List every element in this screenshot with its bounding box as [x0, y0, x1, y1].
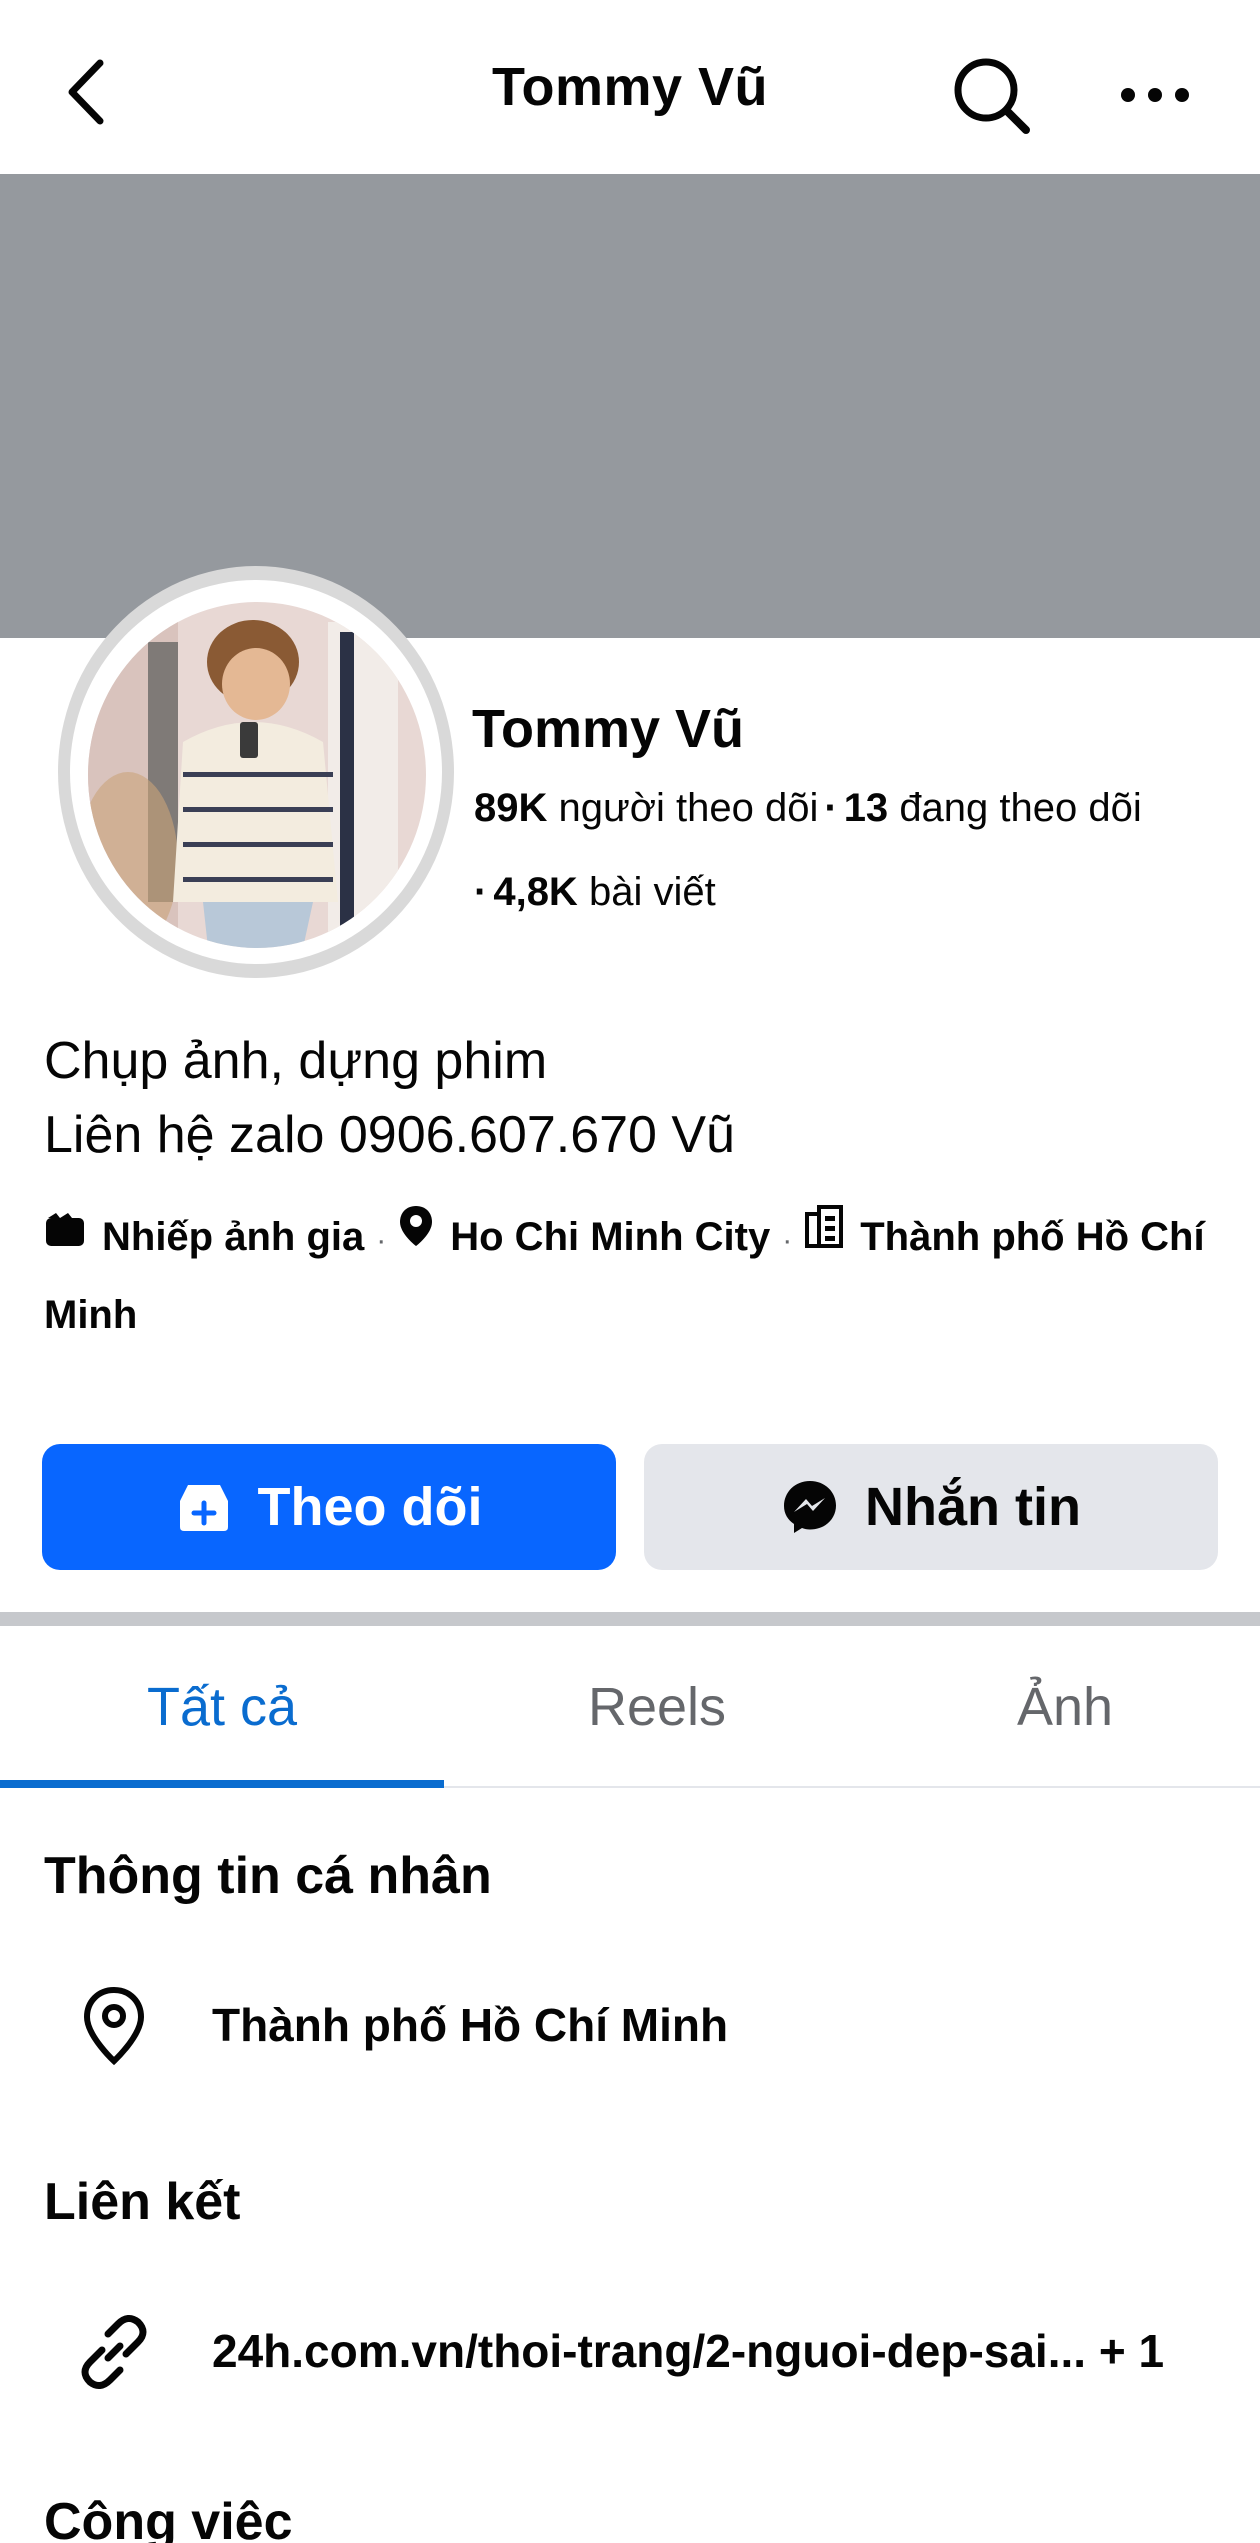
profile-name: Tommy Vũ	[472, 699, 745, 759]
follow-add-icon	[176, 1481, 232, 1533]
active-tab-indicator	[0, 1780, 444, 1788]
following-count[interactable]: 13	[844, 786, 889, 830]
location-text[interactable]: Ho Chi Minh City	[450, 1215, 770, 1259]
follow-stats: 89K người theo dõi · 13 đang theo dõi	[474, 786, 1142, 831]
tab-reels[interactable]: Reels	[444, 1626, 870, 1788]
profile-details: Nhiếp ảnh gia · Ho Chi Minh City · Thành p…	[44, 1200, 1234, 1352]
top-navigation-bar: Tommy Vũ	[0, 0, 1260, 174]
follow-button-label: Theo dõi	[257, 1477, 483, 1537]
page-title: Tommy Vũ	[491, 57, 769, 117]
link-chain-icon	[72, 2310, 156, 2394]
post-stats: · 4,8K bài viết	[474, 870, 716, 915]
bio-line: Chụp ảnh, dựng phim	[44, 1032, 548, 1090]
more-icon[interactable]	[1110, 60, 1200, 130]
location-pin-outline-icon	[72, 1984, 156, 2068]
tab-all[interactable]: Tất cả	[0, 1626, 444, 1788]
personal-info-title: Thông tin cá nhân	[44, 1847, 492, 1905]
separator-dot: ·	[824, 786, 838, 830]
profile-bio: Chụp ảnh, dựng phim Liên hệ zalo 0906.60…	[44, 1024, 735, 1172]
work-title: Công việc	[44, 2493, 293, 2543]
message-button-label: Nhắn tin	[865, 1477, 1081, 1537]
follow-button[interactable]: Theo dõi	[42, 1444, 616, 1570]
personal-info-city-row[interactable]: Thành phố Hồ Chí Minh	[0, 1970, 1260, 2080]
cover-photo[interactable]	[0, 174, 1260, 638]
clapperboard-icon	[44, 1198, 86, 1272]
tab-photos[interactable]: Ảnh	[870, 1626, 1260, 1788]
avatar[interactable]	[88, 602, 426, 948]
category-text[interactable]: Nhiếp ảnh gia	[102, 1215, 364, 1259]
link-url-text[interactable]: 24h.com.vn/thoi-trang/2-nguoi-dep-sai...	[212, 2325, 1086, 2377]
separator-dot: ·	[474, 870, 488, 914]
section-divider	[0, 1612, 1260, 1626]
link-url: 24h.com.vn/thoi-trang/2-nguoi-dep-sai...…	[212, 2324, 1164, 2378]
profile-tabs: Tất cả Reels Ảnh	[0, 1626, 1260, 1788]
posts-label: bài viết	[588, 870, 716, 914]
personal-info-city: Thành phố Hồ Chí Minh	[212, 1999, 729, 2051]
links-title: Liên kết	[44, 2173, 241, 2231]
following-label[interactable]: đang theo dõi	[899, 786, 1141, 830]
city-building-icon	[804, 1198, 844, 1272]
link-row[interactable]: 24h.com.vn/thoi-trang/2-nguoi-dep-sai...…	[0, 2296, 1260, 2406]
messenger-icon	[781, 1478, 839, 1536]
separator-dot: ·	[376, 1224, 387, 1257]
posts-count: 4,8K	[493, 870, 578, 914]
message-button[interactable]: Nhắn tin	[644, 1444, 1218, 1570]
followers-count[interactable]: 89K	[474, 786, 547, 830]
search-icon[interactable]	[948, 52, 1036, 140]
link-extra-count[interactable]: + 1	[1099, 2325, 1164, 2377]
separator-dot: ·	[782, 1224, 793, 1257]
followers-label[interactable]: người theo dõi	[559, 786, 819, 830]
location-pin-icon	[398, 1198, 434, 1272]
bio-line: Liên hệ zalo 0906.607.670 Vũ	[44, 1106, 736, 1164]
